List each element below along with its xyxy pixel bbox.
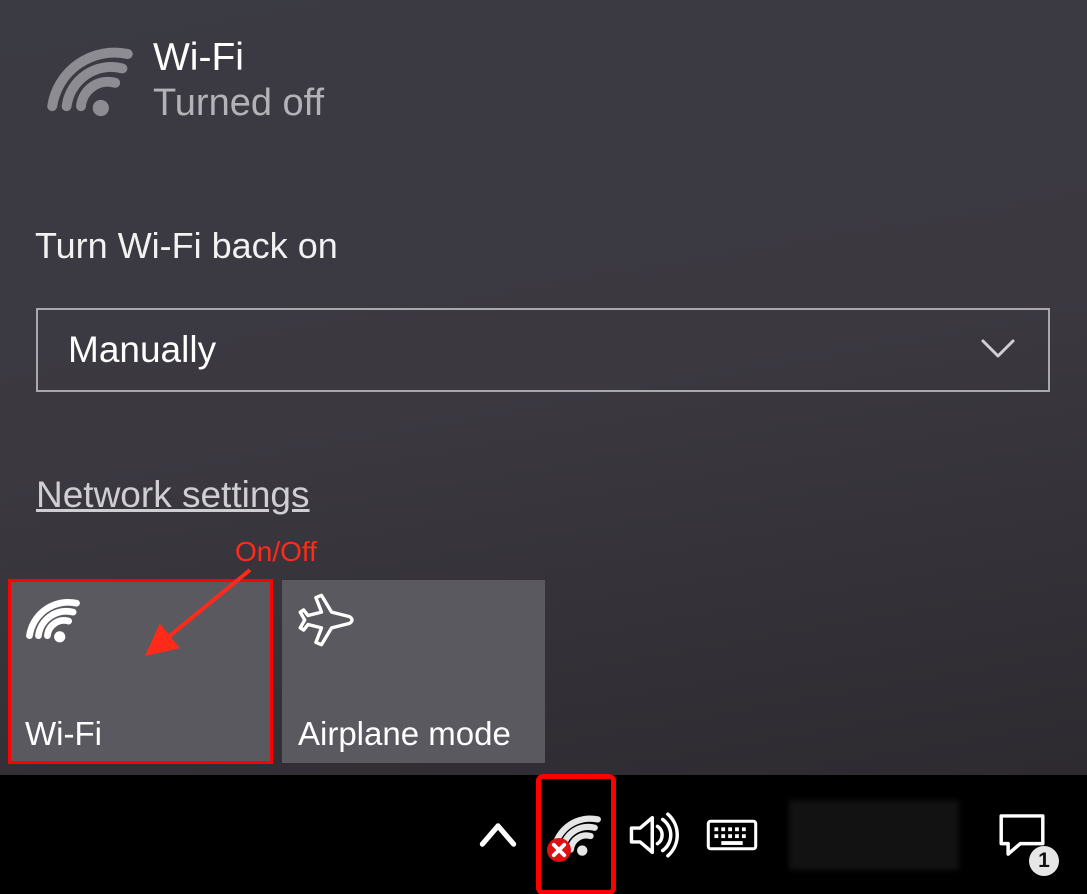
wifi-title: Wi-Fi — [153, 37, 324, 80]
turn-wifi-back-on-label: Turn Wi-Fi back on — [35, 225, 338, 267]
taskbar: 1 — [0, 775, 1087, 894]
system-tray: 1 — [459, 775, 1087, 894]
quick-action-tiles: Wi-Fi Airplane mode — [9, 580, 545, 763]
wifi-status-text: Turned off — [153, 82, 324, 125]
network-flyout-panel: Wi-Fi Turned off Turn Wi-Fi back on Manu… — [0, 0, 1087, 775]
airplane-tile-label: Airplane mode — [298, 715, 511, 753]
airplane-mode-tile[interactable]: Airplane mode — [282, 580, 545, 763]
annotation-label: On/Off — [235, 536, 317, 568]
tray-touch-keyboard-icon[interactable] — [693, 775, 771, 894]
network-settings-link[interactable]: Network settings — [36, 474, 310, 516]
tray-clock-area-obscured — [789, 800, 959, 870]
tray-action-center-icon[interactable]: 1 — [977, 775, 1067, 894]
turn-wifi-back-on-dropdown[interactable]: Manually — [36, 308, 1050, 392]
tray-overflow-chevron[interactable] — [459, 775, 537, 894]
wifi-toggle-tile[interactable]: Wi-Fi — [9, 580, 272, 763]
wifi-icon — [25, 592, 81, 648]
dropdown-selected-value: Manually — [68, 329, 216, 371]
tray-network-icon[interactable] — [537, 775, 615, 894]
notification-count-badge: 1 — [1029, 846, 1059, 876]
chevron-down-icon — [978, 328, 1018, 373]
wifi-status-header: Wi-Fi Turned off — [45, 36, 324, 126]
tray-volume-icon[interactable] — [615, 775, 693, 894]
network-error-badge-icon — [544, 835, 574, 865]
wifi-tile-label: Wi-Fi — [25, 715, 102, 753]
wifi-off-icon — [45, 36, 135, 126]
airplane-icon — [298, 592, 354, 648]
